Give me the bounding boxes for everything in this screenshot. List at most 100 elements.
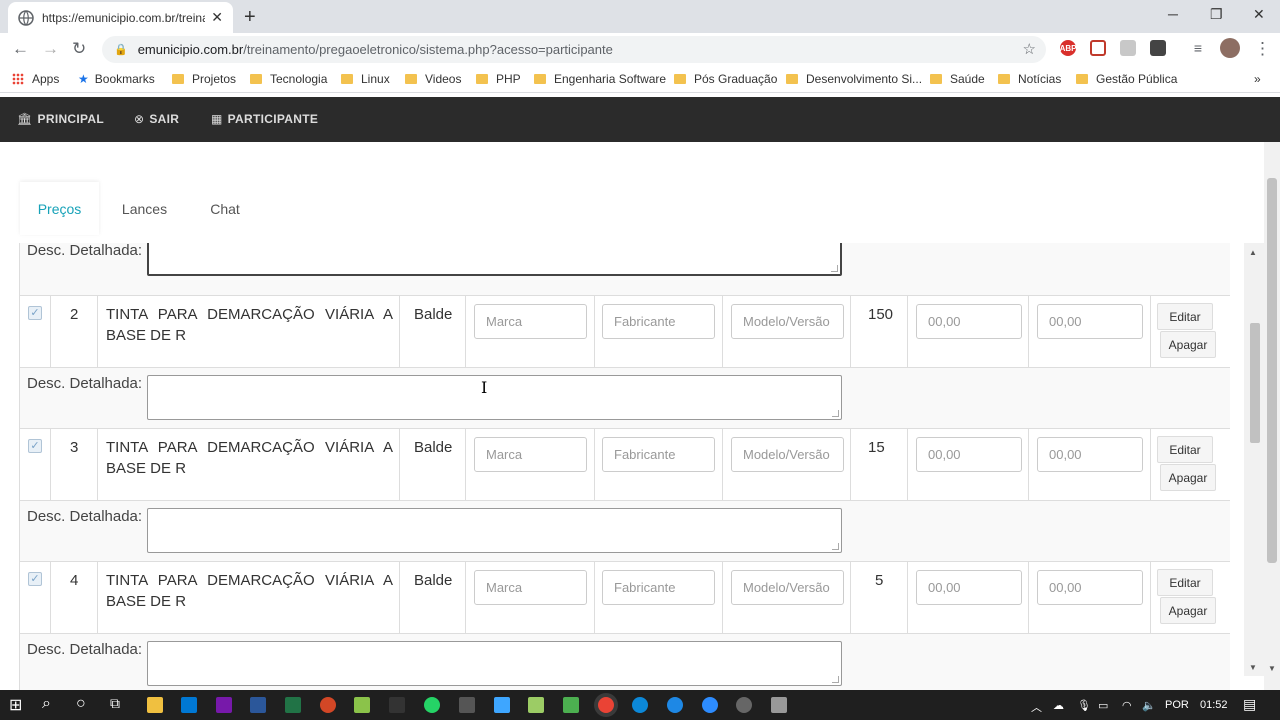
file-explorer-icon[interactable] — [147, 697, 163, 713]
edge-icon[interactable] — [632, 697, 648, 713]
desc-textarea[interactable] — [147, 375, 842, 420]
fabricante-input[interactable]: Fabricante — [602, 437, 715, 472]
zoom-icon[interactable] — [702, 697, 718, 713]
bookmark-star-icon[interactable]: ☆ — [1023, 40, 1036, 58]
modelo-input[interactable]: Modelo/Versão — [731, 304, 844, 339]
scroll-down-icon[interactable]: ▼ — [1268, 664, 1276, 673]
marca-input[interactable]: Marca — [474, 437, 587, 472]
edit-button[interactable]: Editar — [1157, 569, 1213, 596]
nav-participante[interactable]: ▦ PARTICIPANTE — [211, 112, 318, 126]
nav-sair[interactable]: ⊗ SAIR — [134, 112, 179, 126]
modelo-input[interactable]: Modelo/Versão — [731, 570, 844, 605]
chevron-up-icon[interactable]: ︿ — [1031, 699, 1042, 715]
row-checkbox[interactable]: ✓ — [28, 306, 42, 320]
table-scrollbar[interactable]: ▲ ▼ — [1244, 243, 1264, 676]
modelo-input[interactable]: Modelo/Versão — [731, 437, 844, 472]
bookmark-bookmarks[interactable]: ★ Bookmarks — [78, 72, 155, 86]
close-tab-icon[interactable]: ✕ — [211, 9, 223, 26]
pdf-extension-icon[interactable] — [1120, 40, 1136, 56]
bookmark-folder[interactable]: Tecnologia — [250, 72, 327, 86]
bookmark-folder[interactable]: Gestão Pública — [1076, 72, 1177, 86]
total-price-input[interactable]: 00,00 — [1037, 570, 1143, 605]
word-icon[interactable] — [250, 697, 266, 713]
excel-icon[interactable] — [285, 697, 301, 713]
bookmark-folder[interactable]: PHP — [476, 72, 521, 86]
edit-button[interactable]: Editar — [1157, 436, 1213, 463]
chrome-icon[interactable] — [598, 697, 614, 713]
reload-icon[interactable]: ↻ — [72, 39, 86, 59]
scroll-up-icon[interactable]: ▲ — [1249, 248, 1257, 257]
bookmark-folder[interactable]: Desenvolvimento Si... — [786, 72, 922, 86]
tab-lances[interactable]: Lances — [107, 182, 182, 235]
desc-textarea[interactable] — [147, 243, 842, 276]
app-icon[interactable] — [736, 697, 752, 713]
adblock-icon[interactable]: ABP — [1060, 40, 1076, 56]
bookmark-folder[interactable]: Pós Graduação — [674, 72, 777, 86]
delete-button[interactable]: Apagar — [1160, 331, 1216, 358]
tab-precos[interactable]: Preços — [20, 182, 99, 235]
battery-icon[interactable]: ▭ — [1098, 699, 1108, 712]
tab-chat[interactable]: Chat — [188, 182, 262, 235]
task-view-icon[interactable]: ⧉ — [110, 695, 120, 712]
app-icon[interactable] — [389, 697, 405, 713]
nav-principal[interactable]: 🏛 PRINCIPAL — [17, 112, 104, 126]
language-indicator[interactable]: POR — [1165, 699, 1189, 711]
menu-icon[interactable]: ⋮ — [1254, 39, 1271, 59]
bookmark-folder[interactable]: Videos — [405, 72, 461, 86]
total-price-input[interactable]: 00,00 — [1037, 437, 1143, 472]
whatsapp-icon[interactable] — [424, 697, 440, 713]
scroll-thumb[interactable] — [1250, 323, 1260, 443]
app-icon[interactable] — [771, 697, 787, 713]
cortana-icon[interactable]: ○ — [76, 695, 86, 713]
forward-icon[interactable]: → — [42, 39, 59, 59]
fabricante-input[interactable]: Fabricante — [602, 570, 715, 605]
mail-icon[interactable] — [181, 697, 197, 713]
app-icon[interactable] — [563, 697, 579, 713]
cloud-icon[interactable]: ☁ — [1053, 699, 1064, 712]
back-icon[interactable]: ← — [12, 39, 29, 59]
microphone-icon[interactable]: 🎙 — [1077, 699, 1091, 712]
page-scrollbar[interactable]: ▼ — [1264, 142, 1280, 690]
row-checkbox[interactable]: ✓ — [28, 572, 42, 586]
app-icon[interactable] — [354, 697, 370, 713]
bookmark-apps[interactable]: Apps — [12, 72, 59, 86]
volume-icon[interactable]: 🔈 — [1142, 699, 1156, 712]
new-tab-button[interactable]: + — [244, 6, 256, 29]
notepad-icon[interactable] — [528, 697, 544, 713]
browser-tab[interactable]: https://emunicipio.com.br/treina ✕ — [8, 2, 233, 33]
total-price-input[interactable]: 00,00 — [1037, 304, 1143, 339]
fabricante-input[interactable]: Fabricante — [602, 304, 715, 339]
address-bar[interactable]: 🔒 emunicipio.com.br/treinamento/pregaoel… — [102, 36, 1046, 63]
avatar[interactable] — [1220, 38, 1240, 58]
marca-input[interactable]: Marca — [474, 570, 587, 605]
windows-start-icon[interactable]: ⊞ — [9, 695, 22, 715]
ie-icon[interactable] — [667, 697, 683, 713]
close-window-icon[interactable]: ✕ — [1253, 6, 1265, 23]
app-icon[interactable] — [494, 697, 510, 713]
desc-textarea[interactable] — [147, 508, 842, 553]
search-icon[interactable]: ⌕ — [42, 695, 51, 713]
minimize-icon[interactable]: ─ — [1168, 6, 1178, 22]
bookmark-folder[interactable]: Linux — [341, 72, 390, 86]
maximize-icon[interactable]: ❐ — [1210, 6, 1223, 23]
bookmark-folder[interactable]: Engenharia Software — [534, 72, 666, 86]
app-icon[interactable] — [459, 697, 475, 713]
row-checkbox[interactable]: ✓ — [28, 439, 42, 453]
powerpoint-icon[interactable] — [320, 697, 336, 713]
wifi-icon[interactable]: ◠ — [1122, 699, 1132, 712]
bookmark-folder[interactable]: Projetos — [172, 72, 236, 86]
scroll-down-icon[interactable]: ▼ — [1249, 663, 1257, 672]
bookmark-folder[interactable]: Notícias — [998, 72, 1061, 86]
unit-price-input[interactable]: 00,00 — [916, 437, 1022, 472]
delete-button[interactable]: Apagar — [1160, 464, 1216, 491]
marca-input[interactable]: Marca — [474, 304, 587, 339]
delete-button[interactable]: Apagar — [1160, 597, 1216, 624]
scroll-thumb[interactable] — [1267, 178, 1277, 563]
more-bookmarks-icon[interactable]: » — [1254, 72, 1261, 86]
unit-price-input[interactable]: 00,00 — [916, 304, 1022, 339]
notification-icon[interactable]: ▤ — [1243, 696, 1256, 713]
clock[interactable]: 01:52 — [1200, 699, 1228, 711]
desc-textarea[interactable] — [147, 641, 842, 686]
download-extension-icon[interactable] — [1150, 40, 1166, 56]
extension-shield-icon[interactable] — [1090, 40, 1106, 56]
